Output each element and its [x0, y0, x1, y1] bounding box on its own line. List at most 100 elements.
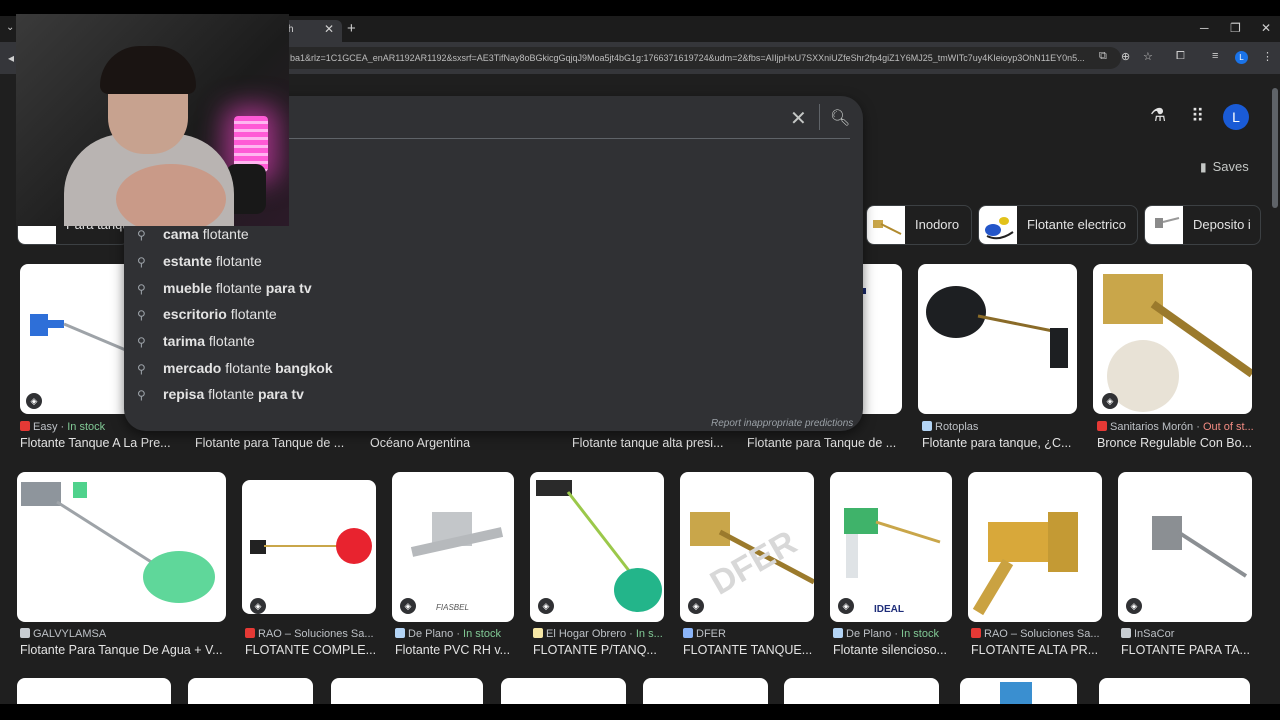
account-avatar[interactable]: L: [1223, 104, 1249, 130]
result-source-7[interactable]: Sanitarios Morón · Out of st...: [1097, 421, 1254, 433]
stock-status: In stock: [901, 628, 939, 640]
zoom-icon[interactable]: ⊕: [1121, 50, 1130, 63]
result-source-14[interactable]: RAO – Soluciones Sa...: [971, 628, 1100, 640]
favicon: [533, 628, 543, 638]
url-text[interactable]: ba1&rlz=1C1GCEA_enAR1192AR1192&sxsrf=AE3…: [290, 53, 1090, 63]
result-source-11[interactable]: El Hogar Obrero · In s...: [533, 628, 663, 640]
image-result-22[interactable]: [960, 678, 1077, 704]
result-source-8[interactable]: GALVYLAMSA: [20, 628, 106, 640]
suggestion-item[interactable]: ⚲ tarima flotante: [137, 333, 255, 357]
result-source-10[interactable]: De Plano · In stock: [395, 628, 501, 640]
result-source-6[interactable]: Rotoplas: [922, 421, 978, 433]
image-result-23[interactable]: [1099, 678, 1250, 704]
result-title-14[interactable]: FLOTANTE ALTA PR...: [971, 643, 1098, 657]
search-icon: ⚲: [137, 282, 146, 296]
tab-close-icon[interactable]: ✕: [324, 22, 334, 36]
image-result-8[interactable]: [17, 472, 226, 622]
result-title-9[interactable]: FLOTANTE COMPLE...: [245, 643, 376, 657]
result-title-3[interactable]: Océano Argentina: [370, 436, 470, 450]
image-result-18[interactable]: [331, 678, 483, 704]
clear-search-icon[interactable]: ✕: [790, 106, 807, 131]
close-window-icon[interactable]: ✕: [1261, 21, 1271, 35]
browser-profile-avatar[interactable]: L: [1235, 51, 1248, 64]
result-title-5[interactable]: Flotante para Tanque de ...: [747, 436, 896, 450]
google-apps-icon[interactable]: ⠿: [1191, 106, 1204, 127]
product-thumbnail: [1000, 682, 1032, 704]
result-title-8[interactable]: Flotante Para Tanque De Agua + V...: [20, 643, 223, 657]
suggestion-item[interactable]: ⚲ mercado flotante bangkok: [137, 360, 333, 384]
saves-label: Saves: [1212, 159, 1249, 174]
result-title-11[interactable]: FLOTANTE P/TANQ...: [533, 643, 657, 657]
result-title-13[interactable]: Flotante silencioso...: [833, 643, 947, 657]
favicon: [1121, 628, 1131, 638]
image-result-14[interactable]: [968, 472, 1102, 622]
image-result-7[interactable]: [1093, 264, 1252, 414]
suggestion-item[interactable]: ⚲ cama flotante: [137, 226, 249, 250]
person-knee: [116, 164, 226, 226]
report-predictions-link[interactable]: Report inappropriate predictions: [711, 418, 853, 429]
favicon: [395, 628, 405, 638]
result-title-7[interactable]: Bronce Regulable Con Bo...: [1097, 436, 1252, 450]
image-result-19[interactable]: [501, 678, 626, 704]
favicon: [20, 628, 30, 638]
favicon: [1097, 421, 1107, 431]
result-title-15[interactable]: FLOTANTE PARA TA...: [1121, 643, 1250, 657]
suggestion-item[interactable]: ⚲ escritorio flotante: [137, 306, 277, 330]
search-icon: ⚲: [137, 335, 146, 349]
tab-search-icon[interactable]: ⌄: [6, 22, 14, 33]
image-result-6[interactable]: [918, 264, 1077, 414]
favicon: [245, 628, 255, 638]
result-source-15[interactable]: InSaCor: [1121, 628, 1174, 640]
result-title-10[interactable]: Flotante PVC RH v...: [395, 643, 510, 657]
chip-label: Inodoro: [915, 217, 960, 232]
image-result-20[interactable]: [643, 678, 768, 704]
translate-icon[interactable]: ⧉: [1099, 50, 1107, 63]
product-tag-icon: ◈: [688, 598, 704, 614]
chip-flotante-electrico[interactable]: Flotante electrico: [978, 205, 1138, 245]
bookmark-star-icon[interactable]: ☆: [1143, 50, 1153, 63]
ideal-logo: IDEAL: [874, 604, 904, 615]
image-result-1[interactable]: [20, 264, 140, 414]
result-title-1[interactable]: Flotante Tanque A La Pre...: [20, 436, 171, 450]
new-tab-icon[interactable]: +: [347, 20, 356, 37]
result-source-13[interactable]: De Plano · In stock: [833, 628, 939, 640]
minimize-icon[interactable]: ─: [1200, 21, 1209, 35]
favicon: [922, 421, 932, 431]
image-result-17[interactable]: [188, 678, 313, 704]
search-icon[interactable]: 🔍︎: [830, 108, 850, 128]
result-source-9[interactable]: RAO – Soluciones Sa...: [245, 628, 374, 640]
result-source-1[interactable]: Easy · In stock: [20, 421, 105, 433]
suggestion-item[interactable]: ⚲ repisa flotante para tv: [137, 386, 304, 410]
chip-label: Flotante electrico: [1027, 217, 1126, 232]
reading-list-icon[interactable]: ≡: [1212, 50, 1218, 62]
result-title-12[interactable]: FLOTANTE TANQUE...: [683, 643, 812, 657]
result-title-2[interactable]: Flotante para Tanque de ...: [195, 436, 344, 450]
product-tag-icon: ◈: [838, 598, 854, 614]
chip-deposito[interactable]: Deposito i: [1144, 205, 1261, 245]
product-tag-icon: ◈: [1126, 598, 1142, 614]
chip-thumbnail: [1145, 206, 1183, 244]
suggestion-item[interactable]: ⚲ estante flotante: [137, 253, 262, 277]
suggestion-item[interactable]: ⚲ mueble flotante para tv: [137, 280, 312, 304]
search-icon: ⚲: [137, 228, 146, 242]
back-icon[interactable]: ◂: [8, 51, 14, 65]
result-title-4[interactable]: Flotante tanque alta presi...: [572, 436, 723, 450]
labs-flask-icon[interactable]: ⚗: [1150, 105, 1166, 126]
saves-button[interactable]: ▮ Saves: [1200, 159, 1249, 174]
image-result-16[interactable]: [17, 678, 171, 704]
chip-inodoro[interactable]: Inodoro: [866, 205, 972, 245]
extensions-icon[interactable]: ⧠: [1176, 50, 1185, 63]
favicon: [20, 421, 30, 431]
image-result-9[interactable]: [242, 480, 376, 614]
restore-icon[interactable]: ❐: [1230, 21, 1241, 35]
os-bottom-bar: [0, 704, 1280, 720]
scrollbar-thumb[interactable]: [1272, 88, 1278, 208]
image-result-21[interactable]: [784, 678, 939, 704]
result-title-6[interactable]: Flotante para tanque, ¿C...: [922, 436, 1071, 450]
search-icon: ⚲: [137, 308, 146, 322]
search-icon: ⚲: [137, 255, 146, 269]
search-separator: [819, 104, 820, 130]
browser-menu-icon[interactable]: ⋮: [1262, 50, 1273, 63]
favicon: [683, 628, 693, 638]
result-source-12[interactable]: DFER: [683, 628, 726, 640]
